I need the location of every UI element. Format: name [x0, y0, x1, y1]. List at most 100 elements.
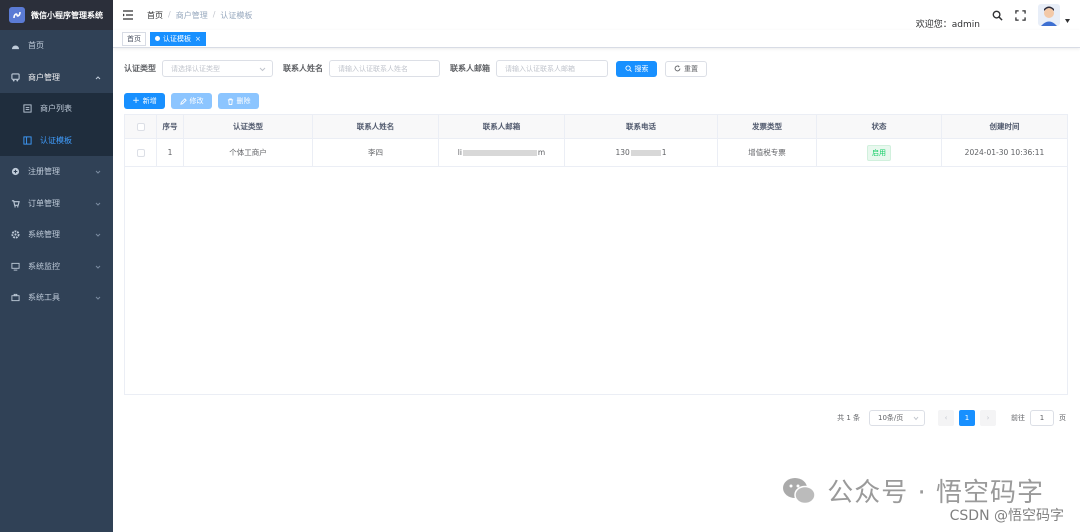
redaction-mask — [462, 149, 537, 156]
email-label: 联系人邮箱 — [450, 64, 490, 73]
phone-visible-prefix: 130 — [615, 148, 630, 157]
chevron-right-icon: › — [986, 414, 990, 422]
page-number-button[interactable]: 1 — [959, 410, 975, 426]
page-size-value: 10条/页 — [878, 414, 904, 422]
name-placeholder: 请输入认证联系人姓名 — [338, 64, 408, 73]
avatar[interactable] — [1038, 4, 1070, 26]
status-badge: 启用 — [867, 144, 891, 161]
column-header: 联系人邮箱 — [439, 115, 565, 138]
chevron-down-icon — [95, 168, 101, 174]
page-size-select[interactable]: 10条/页 — [869, 410, 925, 426]
fullscreen-icon[interactable] — [1015, 9, 1026, 21]
sidebar-item-label: 认证模板 — [40, 135, 72, 145]
sidebar-item-home[interactable]: 首页 — [0, 30, 113, 62]
table-header: 序号 认证类型 联系人姓名 联系人邮箱 联系电话 发票类型 状态 创建时间 — [125, 115, 1067, 139]
navbar: 首页 / 商户管理 / 认证模板 欢迎您：admin — [113, 0, 1080, 30]
sidebar-item-auth-template[interactable]: 认证模板 — [0, 124, 113, 156]
row-created-time: 2024-01-30 10:36:11 — [964, 148, 1045, 157]
reset-button[interactable]: 重置 — [665, 60, 707, 77]
select-all-cell — [125, 115, 157, 138]
column-header: 认证类型 — [184, 115, 313, 138]
search-icon — [624, 65, 632, 72]
phone-visible-suffix: 1 — [661, 148, 667, 157]
sidebar-item-label: 商户列表 — [40, 104, 72, 114]
search-form: 认证类型 请选择认证类型 联系人姓名 请输入认证联系人姓名 联系人邮箱 请输入认… — [124, 60, 707, 77]
watermark-text: 公众号 · 悟空码字 — [827, 478, 1044, 508]
chevron-down-icon — [259, 66, 266, 72]
type-select[interactable]: 请选择认证类型 — [162, 60, 273, 77]
sidebar-item-system[interactable]: 系统管理 — [0, 219, 113, 251]
delete-button[interactable]: 删除 — [218, 93, 259, 109]
name-input[interactable]: 请输入认证联系人姓名 — [329, 60, 440, 77]
row-select-cell — [125, 139, 157, 166]
welcome-text: 欢迎您：admin — [915, 19, 980, 30]
sidebar-item-registration[interactable]: 注册管理 — [0, 156, 113, 188]
table-row[interactable]: 1 个体工商户 李四 li m 130 1 增值税专票 启用 2024-01-30 … — [125, 139, 1067, 167]
gear-icon — [10, 230, 20, 240]
row-contact-phone: 130 1 — [565, 139, 718, 166]
csdn-watermark: CSDN @悟空码字 — [949, 508, 1064, 524]
sidebar-item-monitor[interactable]: 系统监控 — [0, 251, 113, 283]
sidebar-item-label: 系统工具 — [28, 293, 60, 303]
row-index: 1 — [157, 139, 184, 166]
dashboard-icon — [10, 41, 20, 51]
hamburger-icon[interactable] — [122, 9, 134, 21]
edit-button-label: 修改 — [189, 97, 204, 105]
chevron-down-icon — [95, 200, 101, 206]
sidebar-item-label: 首页 — [28, 41, 44, 51]
search-button[interactable]: 搜索 — [616, 60, 657, 77]
sidebar-item-tools[interactable]: 系统工具 — [0, 282, 113, 314]
select-all-checkbox[interactable] — [136, 122, 145, 131]
email-input[interactable]: 请输入认证联系人邮箱 — [496, 60, 608, 77]
reset-button-label: 重置 — [684, 64, 698, 73]
edit-button[interactable]: 修改 — [171, 93, 212, 109]
close-icon[interactable]: × — [195, 35, 201, 43]
name-label: 联系人姓名 — [283, 64, 323, 73]
add-button[interactable]: + 新增 — [124, 93, 165, 109]
circle-plus-icon — [10, 167, 20, 177]
chevron-down-icon — [913, 416, 919, 421]
sidebar-item-label: 系统监控 — [28, 261, 60, 271]
chevron-left-icon: ‹ — [944, 414, 948, 422]
sidebar-item-label: 订单管理 — [28, 198, 60, 208]
breadcrumb: 首页 / 商户管理 / 认证模板 — [147, 10, 252, 21]
edit-icon — [179, 97, 187, 105]
app-title: 微信小程序管理系统 — [31, 10, 103, 20]
breadcrumb-home[interactable]: 首页 — [147, 10, 163, 21]
app-logo-bar[interactable]: 微信小程序管理系统 — [0, 0, 113, 30]
column-header: 创建时间 — [989, 122, 1020, 131]
type-label: 认证类型 — [124, 64, 156, 73]
row-checkbox[interactable] — [136, 148, 145, 157]
sidebar-item-label: 系统管理 — [28, 230, 60, 240]
tag-home[interactable]: 首页 — [122, 31, 146, 46]
cart-icon — [10, 198, 20, 208]
sidebar-item-merchant[interactable]: 商户管理 — [0, 62, 113, 94]
bus-icon — [10, 72, 20, 82]
plus-icon: + — [132, 96, 140, 106]
refresh-icon — [674, 65, 681, 72]
goto-label: 前往 — [1011, 414, 1025, 422]
pagination: 共 1 条 10条/页 ‹ 1 › 前往 1 页 — [837, 410, 1066, 426]
sidebar: 微信小程序管理系统 首页 商户管理 商户列表 认证模板 注册管理 订单管理 系统… — [0, 0, 113, 532]
goto-page-input[interactable]: 1 — [1030, 410, 1054, 426]
column-header: 状态 — [817, 115, 942, 138]
breadcrumb-separator: / — [168, 9, 171, 19]
prev-page-button[interactable]: ‹ — [938, 410, 954, 426]
row-invoice-type: 增值税专票 — [718, 139, 817, 166]
tag-auth-template[interactable]: 认证模板 × — [150, 31, 206, 46]
sidebar-item-label: 注册管理 — [28, 167, 60, 177]
chevron-down-icon — [95, 231, 101, 237]
chevron-down-icon — [95, 294, 101, 300]
trash-icon — [227, 97, 234, 105]
caret-down-icon — [1065, 19, 1070, 23]
tags-view: 首页 认证模板 × — [113, 30, 1080, 48]
data-table: 序号 认证类型 联系人姓名 联系人邮箱 联系电话 发票类型 状态 创建时间 1 … — [124, 114, 1068, 395]
active-dot-icon — [155, 36, 160, 41]
sidebar-item-orders[interactable]: 订单管理 — [0, 188, 113, 220]
email-visible-prefix: li — [457, 148, 462, 157]
next-page-button[interactable]: › — [980, 410, 996, 426]
watermark: 公众号 · 悟空码字 — [781, 472, 1044, 509]
app-logo-icon — [9, 7, 25, 23]
search-icon[interactable] — [992, 10, 1003, 21]
sidebar-item-merchant-list[interactable]: 商户列表 — [0, 93, 113, 125]
